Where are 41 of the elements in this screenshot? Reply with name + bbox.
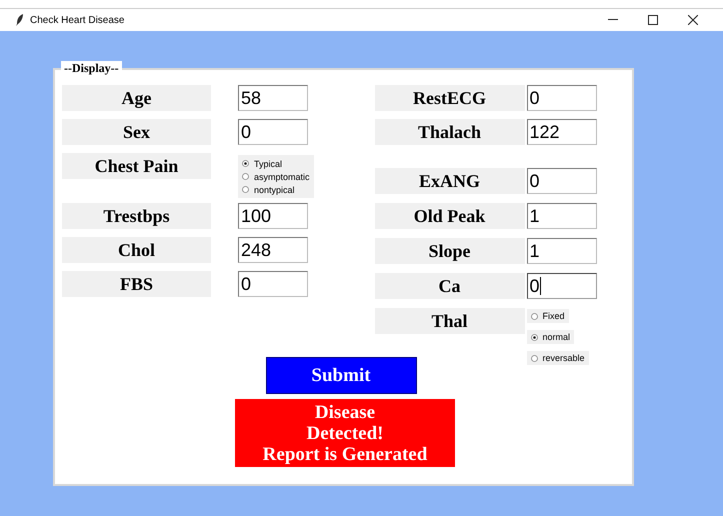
minimize-icon [608, 19, 618, 21]
input-field[interactable]: 58 [238, 85, 308, 111]
radio-button[interactable] [242, 186, 249, 193]
input-field[interactable]: 122 [526, 119, 597, 145]
input-field[interactable]: 0 [238, 271, 308, 297]
field-label: Sex [62, 119, 211, 145]
radio-label[interactable]: nontypical [254, 184, 295, 194]
maximize-icon [648, 15, 658, 25]
field-label: Trestbps [62, 203, 211, 229]
field-label: RestECG [374, 85, 525, 111]
input-field[interactable]: 0 [238, 119, 308, 145]
input-field[interactable]: 0 [526, 85, 597, 111]
field-label: Old Peak [374, 203, 525, 229]
field-label: Slope [374, 238, 525, 264]
result-message: Disease Detected! Report is Generated [235, 399, 455, 467]
field-label: FBS [62, 271, 211, 297]
window-title: Check Heart Disease [30, 14, 126, 26]
frame-label: --Display-- [61, 61, 122, 76]
submit-button[interactable]: Submit [266, 357, 416, 394]
field-label: Age [62, 85, 211, 111]
input-field[interactable]: 1 [526, 203, 597, 229]
input-field[interactable]: 0 [526, 168, 597, 194]
close-icon [688, 15, 698, 25]
radio-button[interactable] [530, 354, 538, 362]
input-field[interactable]: 248 [238, 237, 308, 263]
radio-button[interactable] [242, 160, 249, 167]
field-label: Thal [374, 308, 525, 334]
radio-button[interactable] [242, 173, 249, 180]
radio-button[interactable] [530, 312, 538, 320]
input-field[interactable]: 0 [526, 273, 597, 299]
field-label: Ca [374, 273, 525, 299]
input-field[interactable]: 100 [238, 203, 308, 229]
field-label: Chol [62, 237, 211, 263]
radio-label[interactable]: Typical [254, 158, 282, 168]
input-field[interactable]: 1 [526, 238, 597, 264]
feather-icon [16, 14, 24, 26]
field-label: Chest Pain [62, 153, 211, 179]
radio-label[interactable]: asymptomatic [254, 172, 310, 182]
field-label: Thalach [374, 119, 525, 145]
field-label: ExANG [374, 168, 525, 194]
radio-button[interactable] [530, 334, 538, 340]
